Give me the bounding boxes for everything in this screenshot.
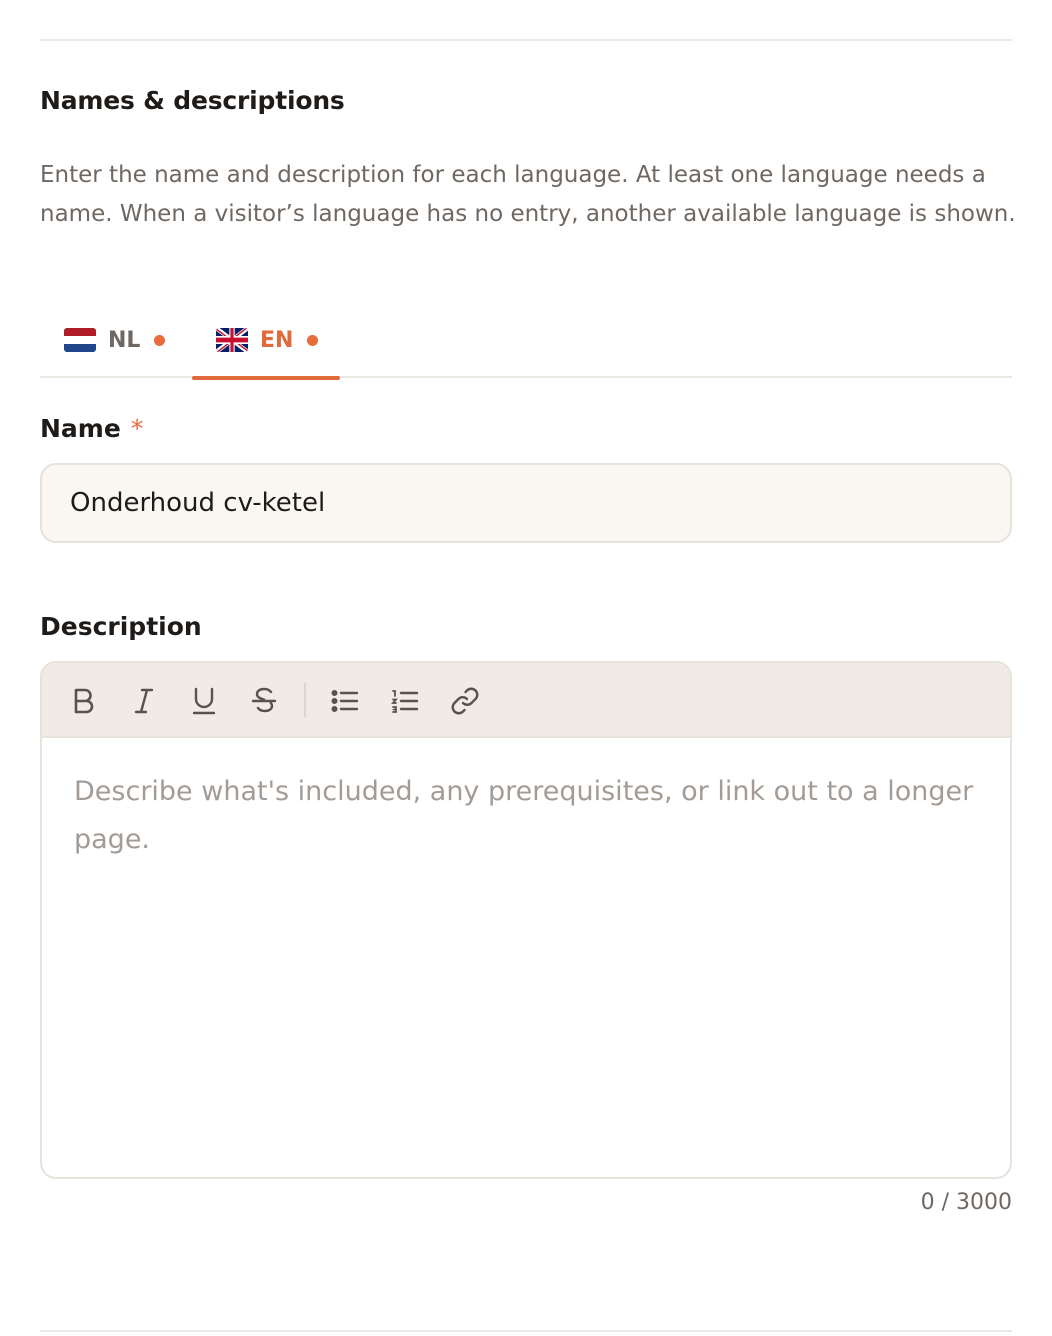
description-placeholder: Describe what's included, any prerequisi… — [74, 776, 974, 855]
description-editor: Describe what's included, any prerequisi… — [40, 661, 1012, 1179]
strikethrough-icon[interactable] — [244, 681, 284, 721]
top-divider — [40, 39, 1012, 41]
italic-icon[interactable] — [124, 681, 164, 721]
section-description: Enter the name and description for each … — [40, 162, 1016, 227]
bullet-list-icon[interactable] — [325, 681, 365, 721]
tab-en-label: EN — [260, 327, 294, 353]
netherlands-flag-icon — [64, 328, 96, 352]
description-label: Description — [40, 612, 202, 641]
nl-status-dot — [154, 334, 166, 346]
tab-en[interactable]: EN — [192, 302, 340, 380]
name-input[interactable] — [40, 463, 1012, 543]
numbered-list-icon[interactable] — [385, 681, 425, 721]
tab-nl-label: NL — [108, 327, 141, 353]
description-textarea[interactable]: Describe what's included, any prerequisi… — [42, 738, 1010, 1177]
bottom-divider — [40, 1330, 1012, 1332]
name-label: Name * — [40, 414, 143, 443]
en-status-dot — [307, 334, 319, 346]
uk-flag-icon — [216, 328, 248, 352]
tab-nl[interactable]: NL — [40, 302, 190, 378]
bold-icon[interactable] — [64, 681, 104, 721]
editor-toolbar — [42, 663, 1010, 738]
language-tabs: NL EN — [40, 302, 1012, 380]
character-counter: 0 / 3000 — [920, 1190, 1012, 1215]
toolbar-separator — [304, 683, 306, 717]
name-label-text: Name — [40, 414, 121, 443]
section-title: Names & descriptions — [40, 86, 345, 115]
required-asterisk: * — [130, 414, 144, 443]
link-icon[interactable] — [445, 681, 485, 721]
underline-icon[interactable] — [184, 681, 224, 721]
